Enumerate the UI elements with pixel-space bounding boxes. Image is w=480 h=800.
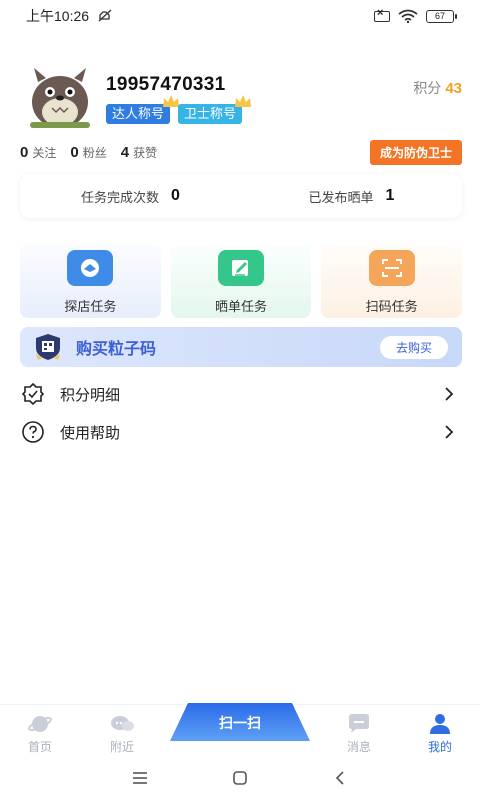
tab-scan-label: 扫一扫 (219, 715, 261, 731)
become-guard-button[interactable]: 成为防伪卫士 (369, 140, 462, 165)
tab-nearby[interactable]: 附近 (92, 713, 152, 755)
message-bubble-icon (349, 714, 369, 733)
chevron-right-icon (445, 387, 454, 401)
menu-points-detail-label: 积分明细 (60, 386, 121, 404)
tab-home[interactable]: 首页 (10, 713, 70, 755)
nearby-chat-icon (111, 716, 134, 731)
system-nav-bar (0, 756, 480, 800)
back-chevron-icon[interactable] (330, 768, 350, 788)
battery-icon: 67 (426, 9, 457, 23)
tab-mine[interactable]: 我的 (410, 713, 470, 755)
badge-expert-label: 达人称号 (112, 106, 165, 121)
buy-code-banner[interactable]: 购买粒子码 去购买 (20, 327, 462, 367)
buy-banner-title: 购买粒子码 (76, 341, 157, 358)
home-planet-icon (28, 716, 52, 732)
points-value: 43 (445, 80, 462, 97)
tab-messages[interactable]: 消息 (329, 713, 389, 755)
menu-points-detail[interactable]: 积分明细 (20, 379, 462, 409)
status-time: 上午10:26 (26, 8, 90, 24)
tasks-completed-label: 任务完成次数 (81, 189, 160, 205)
tab-messages-label: 消息 (346, 740, 371, 754)
posts-published-value: 1 (385, 187, 395, 204)
points-display[interactable]: 积分 43 (413, 78, 462, 98)
fans-stat[interactable]: 0 粉丝 (70, 144, 106, 161)
social-stats: 0 关注 0 粉丝 4 获赞 成为防伪卫士 (20, 140, 462, 165)
tab-scan[interactable]: 扫一扫 (170, 703, 310, 753)
menu-lines-icon[interactable] (130, 768, 150, 788)
follow-stat[interactable]: 0 关注 (20, 144, 56, 161)
shop-visit-icon (67, 250, 114, 286)
fans-label: 粉丝 (82, 145, 107, 160)
task-row: 探店任务 晒单任务 扫码任务 (20, 244, 463, 318)
profile-header: 19957470331 达人称号 卫士称号 积分 43 (22, 66, 462, 132)
home-square-icon[interactable] (230, 768, 250, 788)
edit-post-icon (218, 250, 264, 286)
fans-count: 0 (70, 143, 79, 161)
badge-guard: 卫士称号 (178, 95, 252, 124)
points-badge-icon (20, 381, 46, 407)
no-sim-icon (374, 7, 390, 22)
mute-icon (98, 9, 112, 22)
task-scan-code[interactable]: 扫码任务 (321, 244, 463, 318)
task-post-order[interactable]: 晒单任务 (170, 244, 312, 318)
likes-count: 4 (120, 143, 130, 161)
menu-help[interactable]: 使用帮助 (20, 417, 462, 447)
task-post-order-label: 晒单任务 (215, 299, 268, 314)
tasks-completed[interactable]: 任务完成次数 0 (20, 187, 241, 206)
tab-mine-label: 我的 (427, 740, 452, 754)
badge-expert: 达人称号 (106, 95, 180, 124)
task-shop-visit[interactable]: 探店任务 (20, 244, 161, 318)
tab-nearby-label: 附近 (109, 740, 134, 754)
status-bar: 上午10:26 67 (0, 0, 480, 32)
bottom-tab-bar: 首页 附近 扫一扫 消息 我的 (0, 703, 480, 756)
go-buy-button[interactable]: 去购买 (379, 336, 448, 359)
wifi-icon (398, 9, 418, 23)
likes-label: 获赞 (133, 145, 158, 160)
summary-card: 任务完成次数 0 已发布晒单 1 (20, 174, 462, 218)
posts-published[interactable]: 已发布晒单 1 (241, 187, 462, 206)
tab-home-label: 首页 (27, 740, 52, 754)
crown-icon (235, 95, 252, 107)
badge-guard-label: 卫士称号 (184, 106, 237, 121)
points-label: 积分 (413, 80, 442, 96)
user-profile-icon (430, 714, 450, 734)
likes-stat[interactable]: 4 获赞 (121, 144, 157, 161)
chevron-right-icon (445, 425, 454, 439)
menu-help-label: 使用帮助 (60, 424, 121, 442)
task-shop-visit-label: 探店任务 (64, 299, 117, 314)
avatar[interactable] (22, 66, 98, 130)
task-scan-code-label: 扫码任务 (365, 299, 418, 314)
follow-label: 关注 (32, 145, 57, 160)
follow-count: 0 (20, 143, 29, 161)
help-question-icon (20, 419, 46, 445)
tasks-completed-value: 0 (171, 187, 180, 204)
user-phone: 19957470331 (106, 74, 226, 95)
scan-frame-icon (368, 250, 415, 286)
posts-published-label: 已发布晒单 (308, 189, 374, 205)
code-badge-icon (36, 334, 60, 360)
